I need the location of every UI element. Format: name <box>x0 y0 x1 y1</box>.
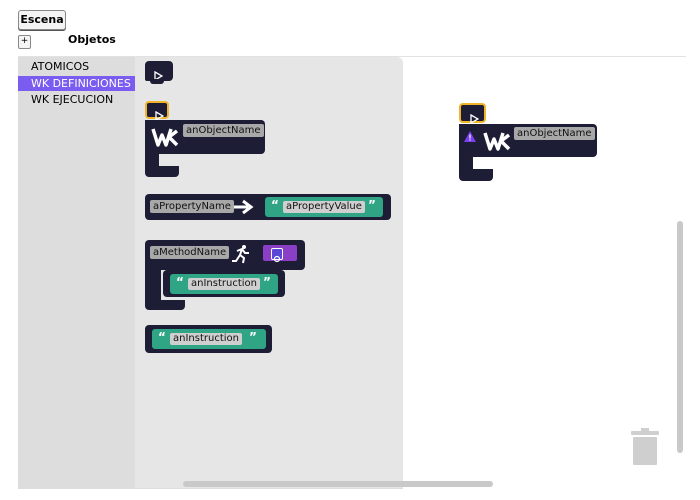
horizontal-scrollbar[interactable] <box>183 481 493 487</box>
warning-icon[interactable] <box>464 127 476 146</box>
canvas-object-block[interactable]: anObjectName <box>459 124 597 157</box>
open-quote: “ <box>271 198 279 212</box>
method-block-arm <box>145 268 161 302</box>
canvas-object-hat-block[interactable] <box>459 103 486 125</box>
method-instruction-string-block[interactable]: “ anInstruction ” <box>170 274 278 294</box>
open-quote: “ <box>176 275 184 289</box>
start-block-tab <box>150 79 164 84</box>
object-block-arm <box>145 154 159 166</box>
close-quote: ” <box>368 198 376 212</box>
method-instruction-slot: “ anInstruction ” <box>163 270 285 297</box>
play-icon <box>154 66 164 82</box>
open-quote: “ <box>158 330 166 344</box>
property-value-string-block[interactable]: “ aPropertyValue ” <box>265 197 383 217</box>
canvas-object-block-foot <box>459 169 493 181</box>
method-instruction-field[interactable]: anInstruction <box>188 278 260 290</box>
objects-label: Objetos <box>68 33 116 46</box>
object-name-field[interactable]: anObjectName <box>183 124 264 137</box>
vertical-scrollbar[interactable] <box>677 221 683 453</box>
property-block[interactable]: aPropertyName “ aPropertyValue ” <box>145 194 391 220</box>
method-name-field[interactable]: aMethodName <box>150 246 230 259</box>
object-hat-block[interactable] <box>145 101 169 122</box>
play-icon <box>470 109 480 125</box>
object-block[interactable]: anObjectName <box>145 120 265 154</box>
play-icon <box>155 106 165 122</box>
start-block[interactable] <box>145 61 173 82</box>
property-name-field[interactable]: aPropertyName <box>150 200 234 213</box>
add-object-button[interactable]: + <box>18 35 31 49</box>
property-value-field[interactable]: aPropertyValue <box>283 201 365 213</box>
object-block-foot <box>145 166 179 177</box>
arrow-right-icon <box>233 199 255 219</box>
instruction-field[interactable]: anInstruction <box>170 333 242 345</box>
wk-logo-icon <box>483 129 511 157</box>
close-quote: ” <box>263 275 271 289</box>
wk-logo-icon <box>151 125 179 153</box>
close-quote: ” <box>249 330 257 344</box>
instruction-block[interactable]: “ anInstruction ” <box>145 325 272 353</box>
method-block-foot <box>145 300 185 310</box>
running-man-icon <box>231 244 251 268</box>
toolbox <box>18 57 135 488</box>
canvas-object-block-arm <box>459 157 473 169</box>
gear-block[interactable] <box>263 245 297 263</box>
category-wk-ejecucion[interactable]: WK EJECUCION <box>18 92 135 107</box>
category-wk-definiciones[interactable]: WK DEFINICIONES <box>18 76 135 91</box>
instruction-string-block[interactable]: “ anInstruction ” <box>152 329 266 349</box>
workspace-bottom-edge <box>18 488 403 489</box>
category-atomicos[interactable]: ATOMICOS <box>18 59 135 74</box>
trash-icon[interactable] <box>630 427 660 467</box>
method-block[interactable]: aMethodName <box>145 240 305 270</box>
gear-icon <box>271 248 283 263</box>
canvas-object-name-field[interactable]: anObjectName <box>514 127 595 140</box>
scene-button[interactable]: Escena <box>18 10 66 30</box>
